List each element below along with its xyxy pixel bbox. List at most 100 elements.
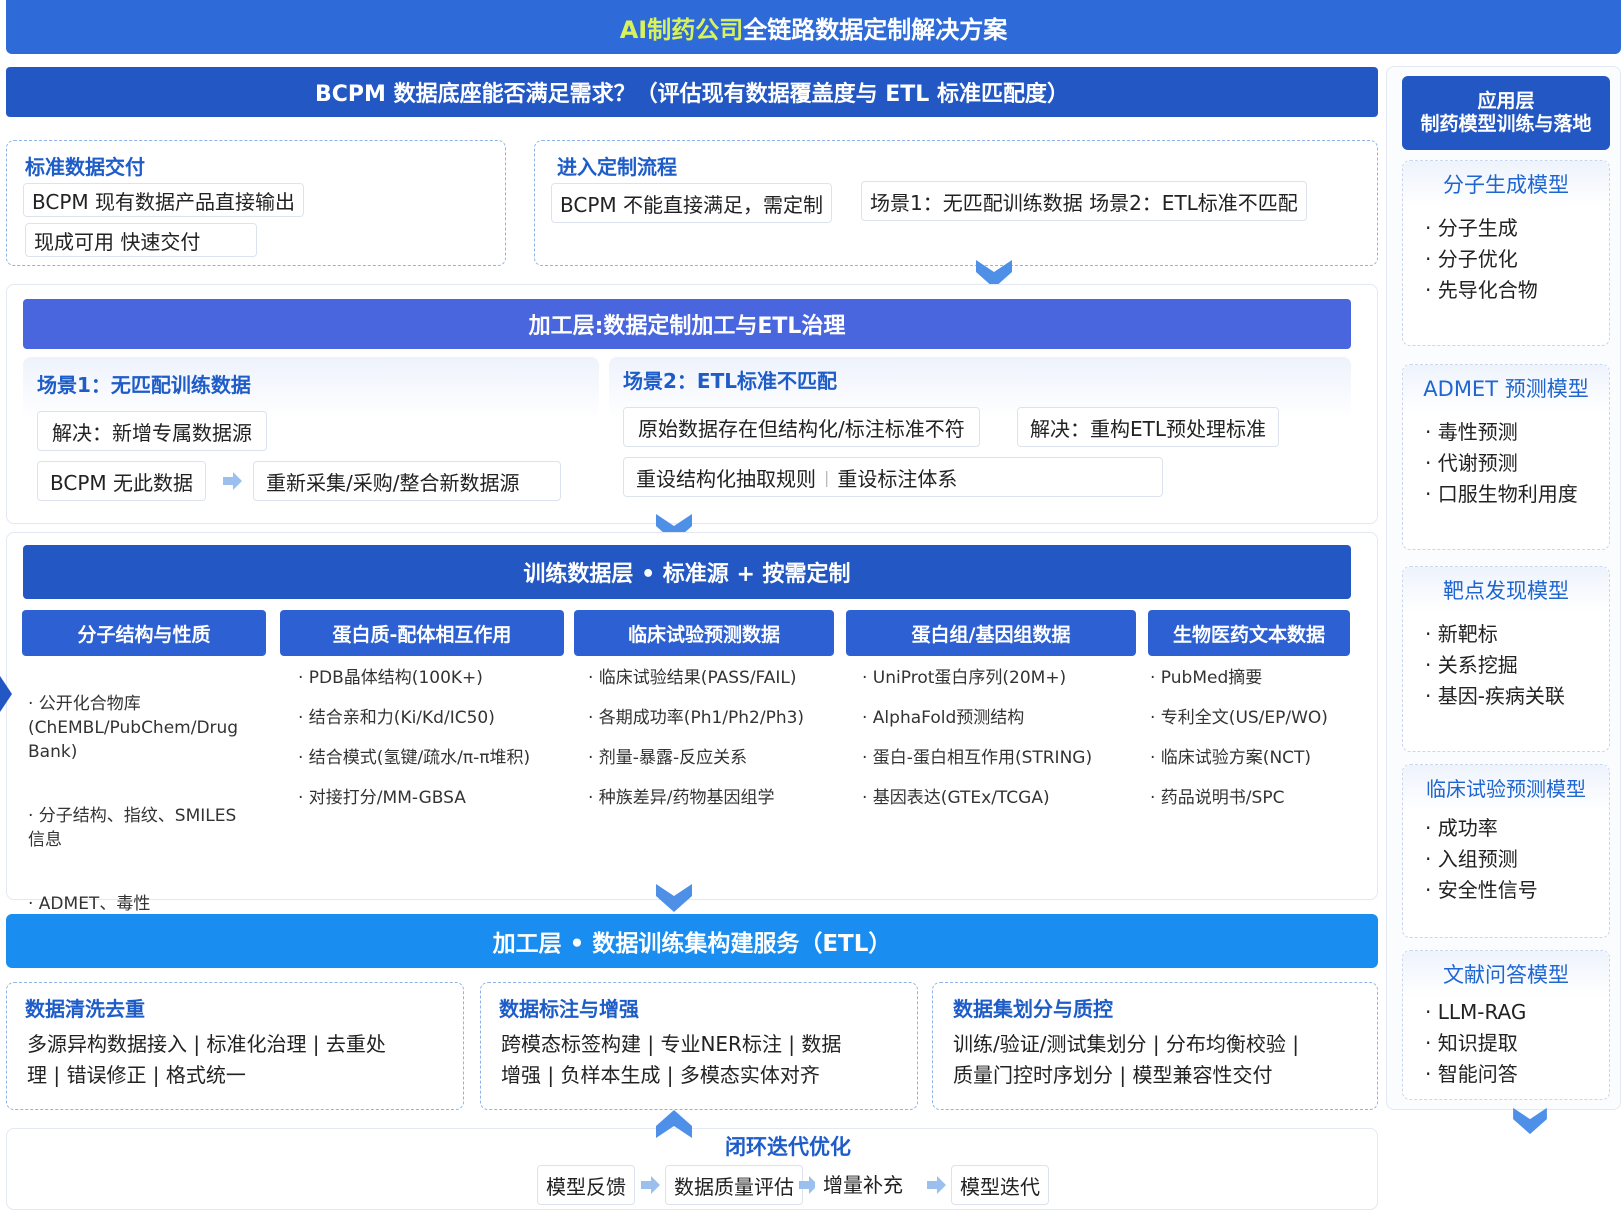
etl-box-annotation: 数据标注与增强 跨模态标签构建 | 专业NER标注 | 数据 增强 | 负样本生…	[480, 982, 918, 1110]
app-card-item: · 毒性预测	[1425, 420, 1518, 444]
column-title: 生物医药文本数据	[1148, 610, 1350, 656]
arrow-down-icon	[1513, 1107, 1547, 1135]
page-title: AI制药公司 全链路数据定制解决方案	[6, 0, 1621, 54]
column-list: · PubMed摘要 · 专利全文(US/EP/WO) · 临床试验方案(NCT…	[1148, 656, 1350, 810]
column-item: · 基因表达(GTEx/TCGA)	[862, 788, 1050, 808]
column-item: · UniProt蛋白序列(20M+)	[862, 668, 1067, 688]
column-item: · PubMed摘要	[1150, 668, 1263, 688]
scene1-title: 场景1：无匹配训练数据	[37, 373, 251, 397]
training-header: 训练数据层 • 标准源 + 按需定制	[23, 545, 1351, 599]
arrow-up-icon	[656, 1110, 692, 1138]
column-list: · UniProt蛋白序列(20M+) · AlphaFold预测结构 · 蛋白…	[846, 656, 1136, 810]
column-item: · 蛋白-蛋白相互作用(STRING)	[862, 748, 1093, 768]
app-card-item: · 口服生物利用度	[1425, 482, 1578, 506]
column-list: · 临床试验结果(PASS/FAIL) · 各期成功率(Ph1/Ph2/Ph3)…	[574, 656, 834, 810]
etl-header: 加工层 • 数据训练集构建服务（ETL）	[6, 914, 1378, 968]
app-card-admet: ADMET 预测模型 · 毒性预测 · 代谢预测 · 口服生物利用度	[1402, 364, 1610, 550]
app-card-item: · 基因-疾病关联	[1425, 684, 1565, 708]
app-card-item: · 先导化合物	[1425, 278, 1538, 302]
app-card-title: 临床试验预测模型	[1403, 765, 1609, 811]
loop-step-4: 模型迭代	[951, 1165, 1049, 1205]
standard-chip-2: 现成可用 快速交付	[25, 223, 257, 257]
standard-delivery-title: 标准数据交付	[25, 155, 145, 179]
scene1-from: BCPM 无此数据	[37, 461, 207, 501]
scene2-separator: |	[824, 467, 830, 487]
scene2-step1: 重设结构化抽取规则	[636, 466, 816, 491]
custom-flow-title: 进入定制流程	[557, 155, 677, 179]
loop-step-2: 数据质量评估	[665, 1165, 803, 1205]
arrow-down-icon	[656, 884, 692, 912]
custom-flow-box: 进入定制流程 BCPM 不能直接满足，需定制 场景1：无匹配训练数据 场景2：E…	[534, 140, 1378, 266]
scene1-to: 重新采集/采购/整合新数据源	[253, 461, 561, 501]
scene2-steps: 重设结构化抽取规则 | 重设标注体系	[623, 457, 1163, 497]
app-card-item: · 智能问答	[1425, 1062, 1518, 1086]
etl-box-split: 数据集划分与质控 训练/验证/测试集划分 | 分布均衡校验 | 质量门控时序划分…	[932, 982, 1378, 1110]
column-item: · 临床试验方案(NCT)	[1150, 748, 1312, 768]
app-card-item: · 分子优化	[1425, 247, 1518, 271]
app-card-item: · 新靶标	[1425, 622, 1498, 646]
processing-header: 加工层:数据定制加工与ETL治理	[23, 299, 1351, 349]
app-card-target: 靶点发现模型 · 新靶标 · 关系挖掘 · 基因-疾病关联	[1402, 566, 1610, 752]
title-rest: 全链路数据定制解决方案	[743, 15, 1008, 44]
processing-panel: 加工层:数据定制加工与ETL治理 场景1：无匹配训练数据 解决：新增专属数据源 …	[6, 284, 1378, 524]
etl-box-title: 数据标注与增强	[499, 997, 639, 1021]
app-card-item: · LLM-RAG	[1425, 1000, 1527, 1024]
etl-box-text: 多源异构数据接入 | 标准化治理 | 去重处 理 | 错误修正 | 格式统一	[27, 1032, 386, 1087]
training-column-4: 蛋白组/基因组数据 · UniProt蛋白序列(20M+) · AlphaFol…	[846, 610, 1136, 826]
column-title: 蛋白组/基因组数据	[846, 610, 1136, 656]
column-item: · 公开化合物库 (ChEMBL/PubChem/Drug Bank)	[28, 694, 239, 762]
training-column-3: 临床试验预测数据 · 临床试验结果(PASS/FAIL) · 各期成功率(Ph1…	[574, 610, 834, 826]
app-card-title: 靶点发现模型	[1403, 567, 1609, 613]
etl-box-title: 数据清洗去重	[25, 997, 145, 1021]
column-title: 分子结构与性质	[22, 610, 266, 656]
app-card-qa: 文献问答模型 · LLM-RAG · 知识提取 · 智能问答	[1402, 950, 1610, 1100]
app-card-item: · 代谢预测	[1425, 451, 1518, 475]
app-layer-header: 应用层 制药模型训练与落地	[1402, 76, 1610, 150]
training-column-5: 生物医药文本数据 · PubMed摘要 · 专利全文(US/EP/WO) · 临…	[1148, 610, 1350, 826]
column-item: · 对接打分/MM-GBSA	[298, 788, 466, 808]
loop-step-1: 模型反馈	[537, 1165, 635, 1205]
column-item: · 结合模式(氢键/疏水/π-π堆积)	[298, 748, 531, 768]
training-column-2: 蛋白质-配体相互作用 · PDB晶体结构(100K+) · 结合亲和力(Ki/K…	[280, 610, 564, 826]
etl-box-cleaning: 数据清洗去重 多源异构数据接入 | 标准化治理 | 去重处 理 | 错误修正 |…	[6, 982, 464, 1110]
arrow-right-icon	[223, 472, 242, 490]
etl-box-text: 跨模态标签构建 | 专业NER标注 | 数据 增强 | 负样本生成 | 多模态实…	[501, 1032, 842, 1087]
title-highlight: AI制药公司	[619, 15, 744, 44]
scene2-title: 场景2：ETL标准不匹配	[623, 369, 837, 393]
arrow-right-icon	[641, 1176, 660, 1194]
app-card-item: · 安全性信号	[1425, 878, 1538, 902]
column-item: · 药品说明书/SPC	[1150, 788, 1285, 808]
column-title: 临床试验预测数据	[574, 610, 834, 656]
app-card-clinical: 临床试验预测模型 · 成功率 · 入组预测 · 安全性信号	[1402, 764, 1610, 938]
app-card-item: · 关系挖掘	[1425, 653, 1518, 677]
column-item: · 剂量-暴露-反应关系	[588, 748, 748, 768]
column-item: · 结合亲和力(Ki/Kd/IC50)	[298, 708, 495, 728]
app-card-item: · 分子生成	[1425, 216, 1518, 240]
custom-chip-2: 场景1：无匹配训练数据 场景2：ETL标准不匹配	[861, 181, 1307, 221]
side-pointer-icon	[0, 676, 12, 712]
column-item: · 专利全文(US/EP/WO)	[1150, 708, 1328, 728]
app-card-title: 分子生成模型	[1403, 161, 1609, 207]
app-card-item: · 入组预测	[1425, 847, 1518, 871]
arrow-right-icon	[927, 1176, 946, 1194]
column-list: · PDB晶体结构(100K+) · 结合亲和力(Ki/Kd/IC50) · 结…	[280, 656, 564, 810]
loop-panel: 闭环迭代优化 模型反馈 数据质量评估 增量补充 模型迭代	[6, 1128, 1378, 1210]
column-item: · PDB晶体结构(100K+)	[298, 668, 483, 688]
etl-box-title: 数据集划分与质控	[953, 997, 1113, 1021]
app-card-item: · 成功率	[1425, 816, 1498, 840]
etl-box-text: 训练/验证/测试集划分 | 分布均衡校验 | 质量门控时序划分 | 模型兼容性交…	[953, 1032, 1300, 1087]
scene2-card: 场景2：ETL标准不匹配 原始数据存在但结构化/标注标准不符 解决：重构ETL预…	[609, 357, 1351, 511]
question-bar: BCPM 数据底座能否满足需求？（评估现有数据覆盖度与 ETL 标准匹配度）	[6, 67, 1378, 117]
column-title: 蛋白质-配体相互作用	[280, 610, 564, 656]
scene2-solution: 解决：重构ETL预处理标准	[1017, 407, 1279, 447]
column-item: · 各期成功率(Ph1/Ph2/Ph3)	[588, 708, 805, 728]
column-item: · AlphaFold预测结构	[862, 708, 1025, 728]
scene2-problem: 原始数据存在但结构化/标注标准不符	[623, 407, 980, 447]
loop-step-3: 增量补充	[815, 1163, 911, 1203]
custom-chip-1: BCPM 不能直接满足，需定制	[551, 183, 833, 223]
standard-delivery-box: 标准数据交付 BCPM 现有数据产品直接输出 现成可用 快速交付	[6, 140, 506, 266]
column-item: · 临床试验结果(PASS/FAIL)	[588, 668, 797, 688]
app-card-title: ADMET 预测模型	[1403, 365, 1609, 411]
standard-chip-1: BCPM 现有数据产品直接输出	[23, 183, 305, 217]
app-card-item: · 知识提取	[1425, 1031, 1518, 1055]
